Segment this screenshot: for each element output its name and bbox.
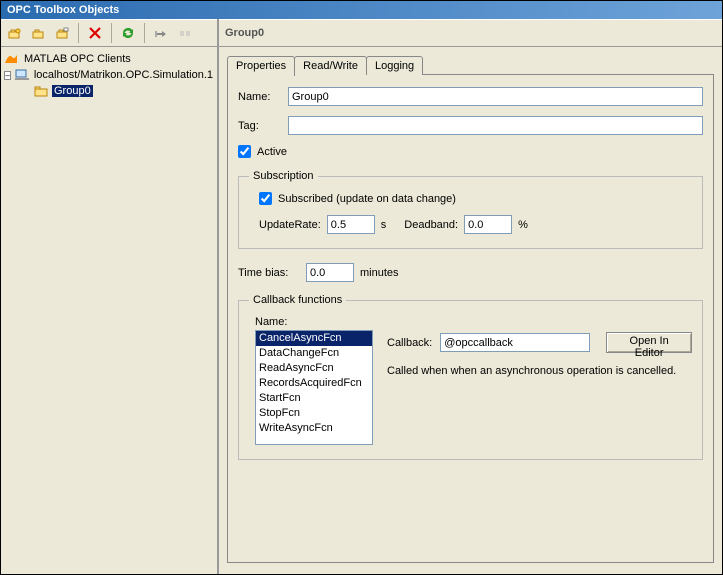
tab-readwrite-label: Read/Write	[303, 60, 358, 72]
timebias-label: Time bias:	[238, 267, 300, 279]
tree-client-label: localhost/Matrikon.OPC.Simulation.1	[32, 69, 215, 81]
callbacks-name-label: Name:	[255, 316, 373, 328]
updaterate-unit: s	[381, 219, 387, 231]
callback-list-item[interactable]: RecordsAcquiredFcn	[256, 376, 372, 391]
delete-button[interactable]	[84, 22, 106, 44]
main-split: MATLAB OPC Clients – localhost/Matrikon.…	[1, 19, 722, 574]
name-input[interactable]	[288, 87, 703, 106]
tab-properties[interactable]: Properties	[227, 56, 295, 76]
add-group-button[interactable]	[27, 22, 49, 44]
right-pane: Group0 Properties Read/Write Logging Nam…	[219, 19, 722, 574]
deadband-unit: %	[518, 219, 528, 231]
callback-list-item[interactable]: StopFcn	[256, 406, 372, 421]
tree-client[interactable]: – localhost/Matrikon.OPC.Simulation.1	[3, 67, 215, 83]
connect-button[interactable]	[150, 22, 172, 44]
tree-root-label: MATLAB OPC Clients	[22, 53, 133, 65]
active-label: Active	[257, 146, 287, 158]
callbacks-listbox[interactable]: CancelAsyncFcnDataChangeFcnReadAsyncFcnR…	[255, 330, 373, 445]
tree-group-label: Group0	[52, 85, 93, 97]
callback-input[interactable]	[440, 333, 590, 352]
callback-list-item[interactable]: WriteAsyncFcn	[256, 421, 372, 436]
tab-logging[interactable]: Logging	[366, 56, 423, 75]
tab-strip: Properties Read/Write Logging	[227, 55, 714, 75]
deadband-label: Deadband:	[404, 219, 458, 231]
tab-logging-label: Logging	[375, 60, 414, 72]
properties-panel: Name: Tag: Active Subscription Subscribe…	[227, 74, 714, 563]
tag-label: Tag:	[238, 120, 288, 132]
refresh-button[interactable]	[117, 22, 139, 44]
toolbar-separator	[111, 23, 112, 43]
deadband-input[interactable]	[464, 215, 512, 234]
subscribed-label: Subscribed (update on data change)	[278, 193, 456, 205]
updaterate-label: UpdateRate:	[259, 219, 321, 231]
timebias-input[interactable]	[306, 263, 354, 282]
callbacks-group: Callback functions Name: CancelAsyncFcnD…	[238, 294, 703, 460]
disconnect-button[interactable]	[174, 22, 196, 44]
active-checkbox[interactable]	[238, 145, 251, 158]
add-item-button[interactable]	[51, 22, 73, 44]
folder-icon	[33, 84, 49, 98]
timebias-unit: minutes	[360, 267, 399, 279]
host-icon	[15, 68, 29, 82]
toolbar-separator	[144, 23, 145, 43]
window-titlebar: OPC Toolbox Objects	[1, 1, 722, 19]
matlab-icon	[3, 52, 19, 66]
callback-list-item[interactable]: StartFcn	[256, 391, 372, 406]
object-tree[interactable]: MATLAB OPC Clients – localhost/Matrikon.…	[1, 47, 217, 574]
right-body: Properties Read/Write Logging Name: Tag:…	[219, 47, 722, 574]
subscribed-checkbox[interactable]	[259, 192, 272, 205]
window-title: OPC Toolbox Objects	[7, 4, 119, 16]
callbacks-legend: Callback functions	[249, 294, 346, 306]
name-label: Name:	[238, 91, 288, 103]
tree-group[interactable]: Group0	[3, 83, 215, 99]
tree-root[interactable]: MATLAB OPC Clients	[3, 51, 215, 67]
callback-list-item[interactable]: CancelAsyncFcn	[256, 331, 372, 346]
subscription-legend: Subscription	[249, 170, 318, 182]
callback-description: Called when when an asynchronous operati…	[387, 365, 692, 377]
left-pane: MATLAB OPC Clients – localhost/Matrikon.…	[1, 19, 219, 574]
tag-input[interactable]	[288, 116, 703, 135]
tab-readwrite[interactable]: Read/Write	[294, 56, 367, 75]
toolbar-separator	[78, 23, 79, 43]
collapse-toggle[interactable]: –	[4, 71, 10, 80]
right-header: Group0	[219, 19, 722, 47]
callback-list-item[interactable]: ReadAsyncFcn	[256, 361, 372, 376]
tab-properties-label: Properties	[236, 60, 286, 72]
updaterate-input[interactable]	[327, 215, 375, 234]
toolbar	[1, 19, 217, 47]
callback-list-item[interactable]: DataChangeFcn	[256, 346, 372, 361]
open-in-editor-button[interactable]: Open In Editor	[606, 332, 692, 353]
subscription-group: Subscription Subscribed (update on data …	[238, 170, 703, 249]
add-host-button[interactable]	[3, 22, 25, 44]
right-header-title: Group0	[225, 27, 264, 39]
callback-label: Callback:	[387, 337, 432, 349]
open-in-editor-label: Open In Editor	[630, 335, 669, 359]
